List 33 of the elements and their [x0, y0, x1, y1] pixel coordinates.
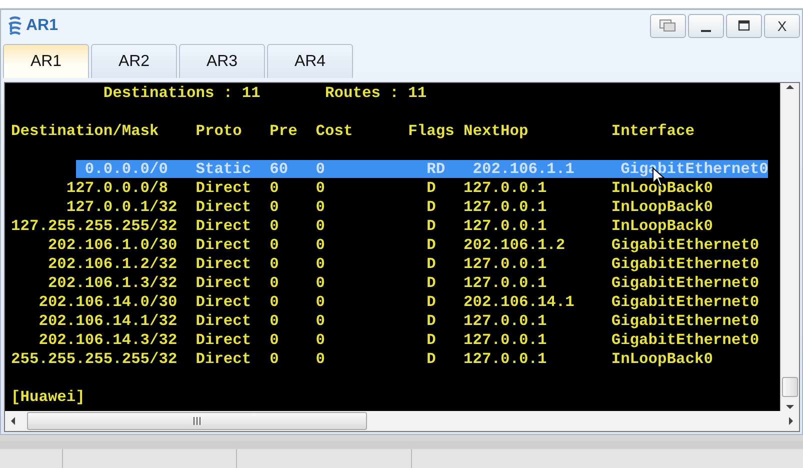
terminal-line: 127.0.0.1/32 Direct 0 0 D 127.0.0.1 InLoopBack0 — [65, 198, 714, 217]
windows-icon — [659, 19, 677, 33]
terminal-line: 202.106.14.0/30 Direct 0 0 D 202.106.14.1 GigabitEthernet0 — [38, 293, 760, 312]
scroll-right-icon[interactable] — [787, 417, 795, 425]
horizontal-scrollbar[interactable] — [5, 411, 799, 431]
scroll-up-icon[interactable] — [786, 83, 794, 91]
terminal-line: 255.255.255.255/32 Direct 0 0 D 127.0.0.1 InLoopBack0 — [10, 350, 714, 369]
terminal-line: 127.255.255.255/32 Direct 0 0 D 127.0.0.1 InLoopBack0 — [10, 217, 714, 236]
maximize-icon — [738, 20, 750, 32]
tab[interactable]: AR1 — [3, 44, 89, 78]
tab[interactable]: AR3 — [179, 44, 265, 78]
terminal-line: Destinations : 11 Routes : 11 — [102, 84, 428, 103]
terminal-line: 202.106.1.2/32 Direct 0 0 D 127.0.0.1 GigabitEthernet0 — [46, 255, 760, 274]
close-button[interactable]: X — [764, 14, 800, 38]
tab[interactable]: AR4 — [267, 44, 353, 78]
vertical-scrollbar[interactable] — [780, 83, 799, 411]
scrollbar-thumb[interactable] — [782, 377, 798, 397]
network-device-icon — [7, 16, 23, 36]
terminal-line: 202.106.1.0/30 Direct 0 0 D 202.106.1.2 GigabitEthernet0 — [46, 236, 760, 255]
terminal-line: 202.106.14.1/32 Direct 0 0 D 127.0.0.1 GigabitEthernet0 — [38, 312, 760, 331]
terminal-line: 202.106.1.3/32 Direct 0 0 D 127.0.0.1 GigabitEthernet0 — [46, 274, 760, 293]
terminal-line: Destination/Mask Proto Pre Cost Flags NextHop Interface — [10, 122, 696, 141]
tab[interactable]: AR2 — [91, 44, 177, 78]
terminal-line: 202.106.14.3/32 Direct 0 0 D 127.0.0.1 GigabitEthernet0 — [38, 331, 760, 350]
scrollbar-thumb[interactable] — [27, 412, 367, 430]
grip-icon — [193, 417, 201, 425]
minimize-icon — [701, 30, 711, 32]
window-title: AR1 — [26, 17, 58, 35]
scroll-left-icon[interactable] — [9, 417, 17, 425]
terminal-line: 127.0.0.0/8 Direct 0 0 D 127.0.0.1 InLoopBack0 — [65, 179, 714, 198]
terminal-line: [Huawei] — [10, 388, 86, 407]
minimize-button[interactable] — [688, 14, 724, 38]
maximize-button[interactable] — [726, 14, 762, 38]
